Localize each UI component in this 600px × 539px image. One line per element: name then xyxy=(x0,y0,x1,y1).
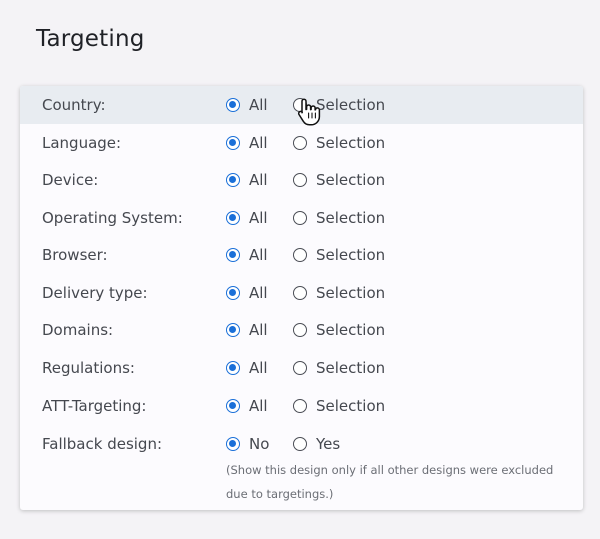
browser-all-radio[interactable]: All xyxy=(226,246,268,264)
radio-label: All xyxy=(249,209,268,227)
radio-label: Selection xyxy=(316,359,386,377)
row-label: Country: xyxy=(42,96,106,114)
radio-checked-icon xyxy=(226,399,240,413)
radio-label: Selection xyxy=(316,171,386,189)
radio-unchecked-icon xyxy=(293,211,307,225)
row-label: Language: xyxy=(42,134,122,152)
radio-label: Selection xyxy=(316,209,386,227)
delivery-all-radio[interactable]: All xyxy=(226,284,268,302)
radio-checked-icon xyxy=(226,286,240,300)
row-label: Operating System: xyxy=(42,209,183,227)
browser-selection-radio[interactable]: Selection xyxy=(293,246,385,264)
language-selection-radio[interactable]: Selection xyxy=(293,134,385,152)
radio-label: No xyxy=(249,435,270,453)
radio-label: Selection xyxy=(316,321,386,339)
row-label: Device: xyxy=(42,171,99,189)
row-label: Domains: xyxy=(42,321,114,339)
radio-checked-icon xyxy=(226,211,240,225)
regulations-selection-radio[interactable]: Selection xyxy=(293,359,385,377)
fallback-yes-radio[interactable]: Yes xyxy=(293,435,340,453)
row-label: Browser: xyxy=(42,246,108,264)
targeting-row-delivery-type: Delivery type: All Selection xyxy=(20,274,583,312)
radio-label: All xyxy=(249,246,268,264)
radio-label: All xyxy=(249,359,268,377)
fallback-no-radio[interactable]: No xyxy=(226,435,269,453)
targeting-card: Country: All Selection Language: All Sel… xyxy=(20,86,583,510)
radio-unchecked-icon xyxy=(293,248,307,262)
targeting-row-domains: Domains: All Selection xyxy=(20,311,583,349)
domains-selection-radio[interactable]: Selection xyxy=(293,321,385,339)
radio-label: All xyxy=(249,284,268,302)
page-title: Targeting xyxy=(36,26,145,52)
radio-label: Yes xyxy=(316,435,341,453)
radio-checked-icon xyxy=(226,173,240,187)
radio-checked-icon xyxy=(226,437,240,451)
targeting-row-language: Language: All Selection xyxy=(20,124,583,162)
radio-label: Selection xyxy=(316,284,386,302)
radio-label: Selection xyxy=(316,96,386,114)
radio-label: Selection xyxy=(316,397,386,415)
radio-checked-icon xyxy=(226,361,240,375)
radio-unchecked-icon xyxy=(293,173,307,187)
radio-unchecked-icon xyxy=(293,98,307,112)
radio-label: Selection xyxy=(316,134,386,152)
att-selection-radio[interactable]: Selection xyxy=(293,397,385,415)
att-all-radio[interactable]: All xyxy=(226,397,268,415)
country-all-radio[interactable]: All xyxy=(226,96,268,114)
device-selection-radio[interactable]: Selection xyxy=(293,171,385,189)
radio-unchecked-icon xyxy=(293,361,307,375)
os-selection-radio[interactable]: Selection xyxy=(293,209,385,227)
targeting-row-country: Country: All Selection xyxy=(20,86,583,124)
radio-unchecked-icon xyxy=(293,323,307,337)
radio-label: All xyxy=(249,134,268,152)
radio-checked-icon xyxy=(226,98,240,112)
os-all-radio[interactable]: All xyxy=(226,209,268,227)
row-label: Regulations: xyxy=(42,359,135,377)
radio-label: All xyxy=(249,397,268,415)
radio-unchecked-icon xyxy=(293,399,307,413)
radio-label: All xyxy=(249,96,268,114)
radio-unchecked-icon xyxy=(293,136,307,150)
radio-checked-icon xyxy=(226,136,240,150)
language-all-radio[interactable]: All xyxy=(226,134,268,152)
radio-checked-icon xyxy=(226,248,240,262)
targeting-row-regulations: Regulations: All Selection xyxy=(20,349,583,387)
targeting-row-browser: Browser: All Selection xyxy=(20,236,583,274)
row-label: ATT-Targeting: xyxy=(42,397,147,415)
country-selection-radio[interactable]: Selection xyxy=(293,96,385,114)
radio-label: All xyxy=(249,171,268,189)
targeting-row-device: Device: All Selection xyxy=(20,161,583,199)
delivery-selection-radio[interactable]: Selection xyxy=(293,284,385,302)
targeting-row-operating-system: Operating System: All Selection xyxy=(20,199,583,237)
row-label: Delivery type: xyxy=(42,284,148,302)
targeting-row-att-targeting: ATT-Targeting: All Selection xyxy=(20,387,583,425)
radio-label: All xyxy=(249,321,268,339)
radio-unchecked-icon xyxy=(293,437,307,451)
device-all-radio[interactable]: All xyxy=(226,171,268,189)
radio-unchecked-icon xyxy=(293,286,307,300)
row-label: Fallback design: xyxy=(42,435,163,453)
regulations-all-radio[interactable]: All xyxy=(226,359,268,377)
radio-label: Selection xyxy=(316,246,386,264)
fallback-note: (Show this design only if all other desi… xyxy=(226,463,554,501)
domains-all-radio[interactable]: All xyxy=(226,321,268,339)
radio-checked-icon xyxy=(226,323,240,337)
